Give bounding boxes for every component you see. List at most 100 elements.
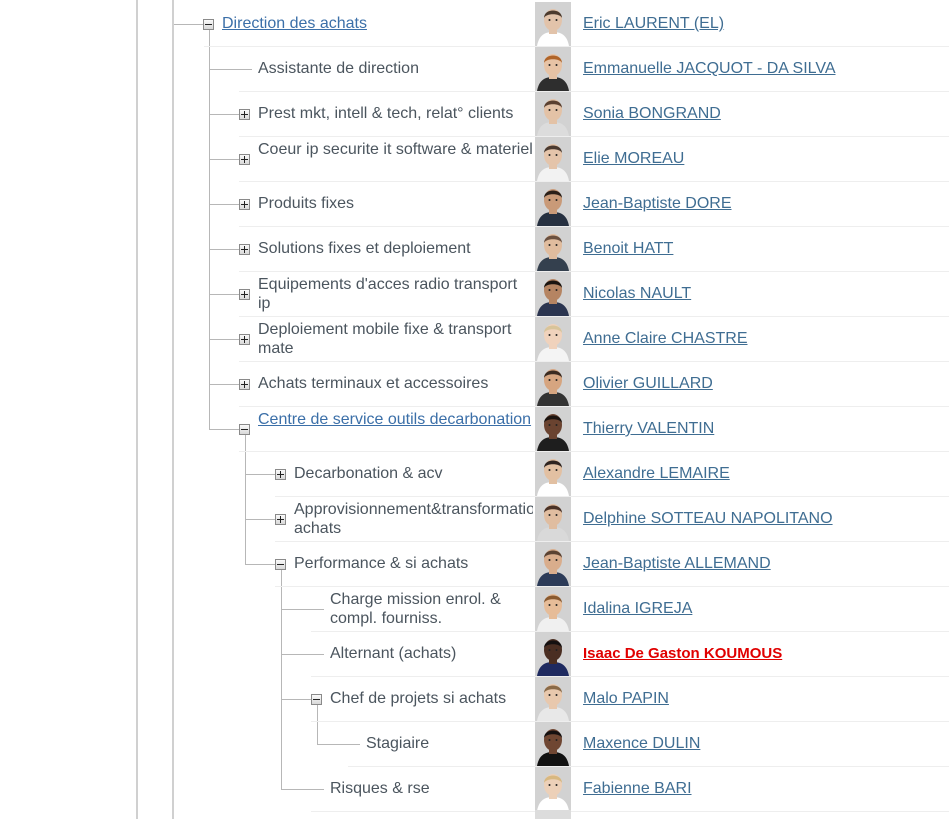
avatar <box>535 632 571 676</box>
avatar <box>535 47 571 91</box>
unit-label: Chef de projets si achats <box>330 690 507 707</box>
tree-connector-horizontal <box>209 384 240 385</box>
unit-link[interactable]: Centre de service outils decarbonation <box>258 410 533 429</box>
tree-row: Prest mkt, intell & tech, relat° clients… <box>0 92 949 137</box>
person-link[interactable]: Thierry VALENTIN <box>583 419 714 438</box>
person-link[interactable]: Anne Claire CHASTRE <box>583 329 748 348</box>
expand-toggle[interactable] <box>239 109 250 120</box>
avatar <box>535 137 571 181</box>
tree-connector-horizontal <box>174 24 204 25</box>
plus-icon <box>276 515 285 524</box>
tree-row: Direction des achats Eric LAURENT (EL) <box>0 2 949 47</box>
tree-row: Achats terminaux et accessoires Olivier G… <box>0 362 949 407</box>
tree-row: Produits fixes Jean-Baptiste DORE <box>0 182 949 227</box>
plus-icon <box>240 290 249 299</box>
unit-label: Alternant (achats) <box>330 645 457 662</box>
tree-row: Solutions fixes et deploiement Benoit HAT… <box>0 227 949 272</box>
avatar <box>535 362 571 406</box>
person-link[interactable]: Elie MOREAU <box>583 149 684 168</box>
avatar <box>535 452 571 496</box>
person-link[interactable]: Isaac De Gaston KOUMOUS <box>583 644 782 663</box>
avatar <box>535 722 571 766</box>
person-link[interactable]: Emmanuelle JACQUOT - DA SILVA <box>583 59 836 78</box>
tree-connector-horizontal <box>209 159 240 160</box>
unit-label: Equipements d'acces radio transport ip <box>258 276 518 312</box>
person-link[interactable]: Fabienne BARI <box>583 779 692 798</box>
unit-label: Risques & rse <box>330 780 430 797</box>
tree-row: Alternant (achats) Isaac De Gaston KOUMOU… <box>0 632 949 677</box>
person-link[interactable]: Maxence DULIN <box>583 734 700 753</box>
avatar <box>535 272 571 316</box>
tree-row: Deploiement mobile fixe & transport mate… <box>0 317 949 362</box>
unit-label: Coeur ip securite it software & materiel <box>258 141 533 158</box>
tree-row: Approvisionnement&transformation achats D… <box>0 497 949 542</box>
tree-connector-horizontal <box>209 429 240 430</box>
person-link[interactable]: Alexandre LEMAIRE <box>583 464 730 483</box>
person-link[interactable]: Sonia BONGRAND <box>583 104 721 123</box>
expand-toggle[interactable] <box>239 289 250 300</box>
tree-row: Performance & si achats Jean-Baptiste ALL… <box>0 542 949 587</box>
unit-label: Prest mkt, intell & tech, relat° clients <box>258 105 514 122</box>
person-link[interactable]: Jean-Baptiste ALLEMAND <box>583 554 771 573</box>
unit-label: Solutions fixes et deploiement <box>258 240 471 257</box>
collapse-toggle[interactable] <box>239 424 250 435</box>
unit-label: Produits fixes <box>258 195 355 212</box>
row-separator <box>311 811 949 812</box>
tree-connector-horizontal <box>209 294 240 295</box>
tree-connector-horizontal <box>209 204 240 205</box>
minus-icon <box>240 425 249 434</box>
tree-row: Chef de projets si achats Malo PAPIN <box>0 677 949 722</box>
person-link[interactable]: Idalina IGREJA <box>583 599 692 618</box>
tree-connector-horizontal <box>281 609 324 610</box>
unit-label: Assistante de direction <box>258 60 419 77</box>
avatar <box>535 587 571 631</box>
expand-toggle[interactable] <box>239 379 250 390</box>
person-link[interactable]: Nicolas NAULT <box>583 284 691 303</box>
plus-icon <box>276 470 285 479</box>
avatar <box>535 317 571 361</box>
collapse-toggle[interactable] <box>311 694 322 705</box>
expand-toggle[interactable] <box>275 469 286 480</box>
unit-label: Achats terminaux et accessoires <box>258 375 489 392</box>
tree-connector-horizontal <box>245 474 276 475</box>
unit-label: Charge mission enrol. & compl. fourniss. <box>330 591 501 627</box>
expand-toggle[interactable] <box>239 154 250 165</box>
unit-label: Performance & si achats <box>294 555 469 572</box>
expand-toggle[interactable] <box>239 244 250 255</box>
person-link[interactable]: Eric LAURENT (EL) <box>583 14 724 33</box>
tree-row: Equipements d'acces radio transport ip Ni… <box>0 272 949 317</box>
avatar <box>535 2 571 46</box>
unit-label: Stagiaire <box>366 735 430 752</box>
expand-toggle[interactable] <box>239 334 250 345</box>
unit-label: Deploiement mobile fixe & transport mate <box>258 321 512 357</box>
tree-row: Stagiaire Maxence DULIN <box>0 722 949 767</box>
tree-row: Coeur ip securite it software & materiel… <box>0 137 949 182</box>
expand-toggle[interactable] <box>275 514 286 525</box>
person-link[interactable]: Olivier GUILLARD <box>583 374 713 393</box>
tree-connector-horizontal <box>281 699 312 700</box>
plus-icon <box>240 200 249 209</box>
avatar <box>535 182 571 226</box>
tree-row: Assistante de direction Emmanuelle JACQUO… <box>0 47 949 92</box>
person-link[interactable]: Jean-Baptiste DORE <box>583 194 732 213</box>
next-row-photo-partial <box>535 810 571 819</box>
person-link[interactable]: Delphine SOTTEAU NAPOLITANO <box>583 509 833 528</box>
tree-row: Charge mission enrol. & compl. fourniss.… <box>0 587 949 632</box>
tree-connector-horizontal <box>245 519 276 520</box>
unit-label: Approvisionnement&transformation achats <box>294 501 533 537</box>
collapse-toggle[interactable] <box>203 19 214 30</box>
avatar <box>535 227 571 271</box>
collapse-toggle[interactable] <box>275 559 286 570</box>
tree-connector-horizontal <box>317 744 360 745</box>
minus-icon <box>312 695 321 704</box>
unit-link[interactable]: Direction des achats <box>222 14 533 33</box>
avatar <box>535 407 571 451</box>
expand-toggle[interactable] <box>239 199 250 210</box>
plus-icon <box>240 380 249 389</box>
avatar <box>535 92 571 136</box>
person-link[interactable]: Malo PAPIN <box>583 689 669 708</box>
minus-icon <box>276 560 285 569</box>
person-link[interactable]: Benoit HATT <box>583 239 673 258</box>
minus-icon <box>204 20 213 29</box>
avatar <box>535 677 571 721</box>
